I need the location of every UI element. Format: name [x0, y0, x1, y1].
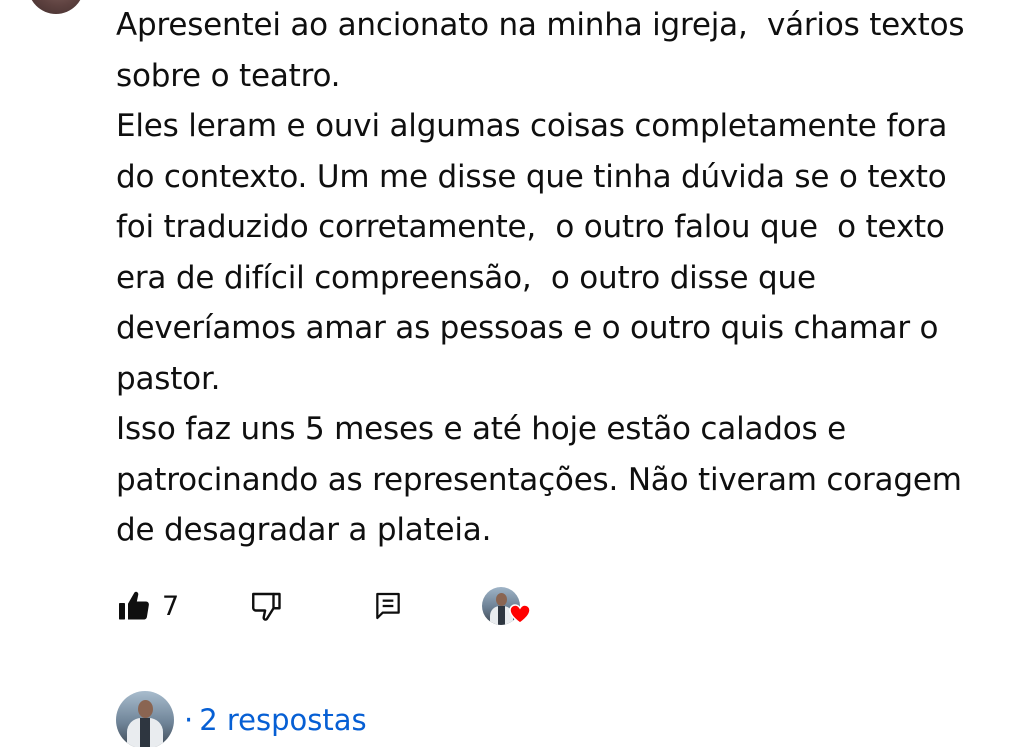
view-replies-button[interactable]: · 2 respostas	[116, 690, 367, 747]
reply-author-avatar	[116, 691, 174, 747]
replies-separator-dot: ·	[184, 703, 194, 737]
comment-text: Apresentei ao ancionato na minha igreja,…	[116, 0, 976, 556]
comment-paragraph-2: Eles leram e ouvi algumas coisas complet…	[116, 108, 948, 397]
comment-action-bar: 7	[116, 582, 816, 630]
replies-count-label: 2 respostas	[199, 703, 367, 737]
like-count: 7	[162, 590, 180, 622]
replies-link[interactable]: · 2 respostas	[184, 703, 367, 737]
like-button[interactable]: 7	[116, 582, 179, 630]
thumb-down-outline-icon	[252, 592, 281, 621]
dislike-button[interactable]	[248, 582, 284, 630]
reply-button[interactable]	[372, 582, 404, 630]
thumb-up-filled-icon	[119, 591, 149, 620]
commenter-avatar[interactable]	[28, 0, 84, 14]
comment-reply-icon	[376, 592, 400, 620]
comment-paragraph-1: Apresentei ao ancionato na minha igreja,…	[116, 7, 965, 94]
heart-icon	[509, 604, 531, 624]
comment-page: Apresentei ao ancionato na minha igreja,…	[0, 0, 1024, 747]
comment-paragraph-3: Isso faz uns 5 meses e até hoje estão ca…	[116, 411, 962, 548]
creator-heart-badge	[482, 582, 531, 630]
